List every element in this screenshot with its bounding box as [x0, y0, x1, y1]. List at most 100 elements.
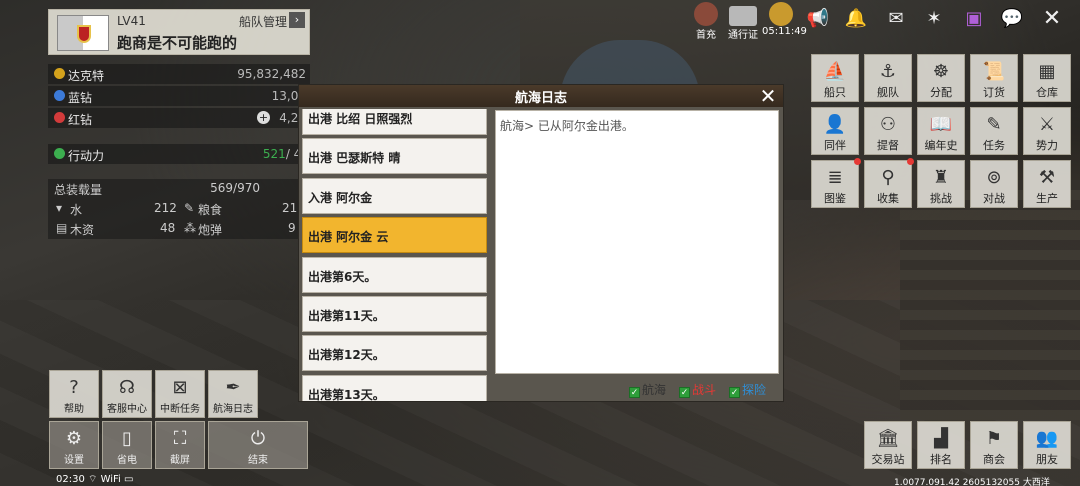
menu-button-quill[interactable]: ✒ 航海日志 [208, 370, 258, 418]
menu-button-chronicle[interactable]: 📖 编年史 [917, 107, 965, 155]
event-sparkle-icon[interactable]: ✶ [922, 8, 946, 30]
menu-button-quest[interactable]: ✎ 任务 [970, 107, 1018, 155]
power-icon: ⏻ [250, 428, 266, 449]
cargo-value: 21 [282, 201, 298, 215]
menu-button-label: 交易站 [871, 453, 905, 466]
shop-icon[interactable]: ▣ [962, 8, 986, 30]
chronicle-icon: 📖 [929, 114, 953, 135]
cargo-panel: 总装载量 569/970 ▾ 水 212 ✎ 粮食 21 ▤ 木资 48 ⁂ 炮… [48, 179, 310, 239]
announcement-icon[interactable]: 📢 [806, 8, 830, 30]
dialog-header: 航海日志 ✕ [299, 85, 783, 107]
chevron-right-icon[interactable]: › [289, 12, 305, 28]
log-entry[interactable]: 出港第11天。 [302, 296, 487, 332]
log-entry-list[interactable]: 出港 比绍 日照强烈 出港 巴瑟斯特 晴入港 阿尔金 出港 阿尔金 云出港第6天。出… [301, 109, 489, 401]
menu-button-guild[interactable]: ⚑ 商会 [970, 421, 1018, 469]
menu-button-fleet[interactable]: ⚓ 舰队 [864, 54, 912, 102]
add-icon[interactable]: + [257, 111, 270, 124]
order-icon: 📜 [982, 61, 1006, 82]
menu-button-gear[interactable]: ⚙ 设置 [49, 421, 99, 469]
menu-button-label: 编年史 [924, 139, 958, 152]
menu-button-label: 截屏 [170, 455, 190, 466]
close-icon[interactable]: ✕ [1040, 8, 1064, 30]
menu-button-wheel[interactable]: ☸ 分配 [917, 54, 965, 102]
character-avatar-icon [694, 2, 718, 26]
log-entry[interactable]: 入港 阿尔金 [302, 177, 487, 214]
dialog-title: 航海日志 [514, 91, 567, 106]
menu-button-collect[interactable]: ⚲ 收集 [864, 158, 914, 208]
checkbox-icon: ✓ [729, 387, 740, 398]
first-charge-button[interactable]: 首充 [692, 0, 720, 41]
exchange-icon: 🏛 [876, 428, 900, 449]
cargo-total: 569/970 [210, 181, 260, 195]
menu-button-friends[interactable]: 👥 朋友 [1023, 421, 1071, 469]
log-entry[interactable]: 出港 比绍 日照强烈 [302, 109, 487, 135]
log-entry[interactable]: 出港 巴瑟斯特 晴 [302, 138, 487, 175]
menu-button-label: 船只 [824, 86, 846, 99]
battle-pass-button[interactable]: 通行证 [726, 0, 760, 41]
menu-button-ship[interactable]: ⛵ 船只 [811, 54, 859, 102]
wheel-icon: ☸ [932, 61, 950, 82]
filter-checkbox[interactable]: ✓ 探险 [729, 381, 766, 398]
menu-button-book[interactable]: ≣ 图鉴 [811, 158, 861, 208]
screenshot-icon: ⛶ [173, 428, 187, 449]
fleet-icon: ⚓ [879, 61, 897, 82]
checkbox-icon: ✓ [629, 387, 640, 398]
log-entry[interactable]: 出港第6天。 [302, 256, 487, 293]
menu-button-screenshot[interactable]: ⛶ 截屏 [155, 421, 205, 469]
log-entry[interactable]: 出港 阿尔金 云 [302, 217, 487, 254]
menu-button-label: 仓库 [1036, 86, 1058, 99]
filter-checkbox[interactable]: ✓ 航海 [629, 381, 666, 398]
menu-button-companion[interactable]: 👤 同伴 [811, 107, 859, 155]
resource-row: 蓝钻 13,04 [48, 86, 310, 106]
log-entry[interactable]: 出港第12天。 [302, 335, 487, 372]
admiral-icon: ⚇ [879, 114, 897, 135]
menu-button-label: 收集 [877, 192, 899, 205]
faction-icon: ⚔ [1038, 114, 1056, 135]
menu-button-label: 任务 [983, 139, 1005, 152]
menu-button-ranking[interactable]: ▟ 排名 [917, 421, 965, 469]
cargo-label: 炮弹 [198, 223, 223, 237]
bell-icon[interactable]: 🔔 [844, 8, 868, 30]
companion-icon: 👤 [823, 114, 847, 135]
resource-row: 达克特 95,832,482 [48, 64, 310, 84]
currency-icon [54, 148, 65, 159]
menu-button-headset[interactable]: ☊ 客服中心 [102, 370, 152, 418]
craft-icon: ⚒ [1038, 167, 1056, 188]
version-info: 1.0077.091.42 2605132055 大西洋 [894, 478, 1050, 486]
menu-button-power[interactable]: ⏻ 结束 [208, 421, 308, 469]
book-icon: ≣ [827, 167, 843, 188]
menu-button-warehouse[interactable]: ▦ 仓库 [1023, 54, 1071, 102]
collect-icon: ⚲ [881, 167, 895, 188]
menu-button-challenge[interactable]: ♜ 挑战 [917, 160, 965, 208]
menu-button-faction[interactable]: ⚔ 势力 [1023, 107, 1071, 155]
menu-button-label: 中断任务 [160, 404, 200, 415]
ranking-icon: ▟ [934, 428, 948, 449]
event-timer-button[interactable]: 05:11:49 [762, 0, 807, 37]
close-icon[interactable]: ✕ [757, 85, 779, 107]
menu-button-help[interactable]: ? 帮助 [49, 370, 99, 418]
menu-button-admiral[interactable]: ⚇ 提督 [864, 107, 912, 155]
cargo-label: 木资 [70, 223, 95, 237]
ticket-icon [729, 6, 757, 26]
challenge-icon: ♜ [932, 167, 950, 188]
menu-button-abort-quest[interactable]: ⊠ 中断任务 [155, 370, 205, 418]
fleet-management-button[interactable]: 船队管理 [239, 13, 287, 30]
chat-icon[interactable]: 💬 [1000, 8, 1024, 30]
filter-checkbox[interactable]: ✓ 战斗 [679, 381, 716, 398]
battle-pass-label: 通行证 [728, 30, 758, 41]
resource-label: 蓝钻 [68, 91, 93, 105]
mail-icon[interactable]: ✉ [884, 8, 908, 30]
log-entry[interactable]: 出港第13天。 [302, 374, 487, 401]
wood-icon: ▤ [56, 221, 68, 235]
player-profile[interactable]: LV41 跑商是不可能跑的 船队管理 › [48, 9, 310, 55]
menu-button-battery[interactable]: ▯ 省电 [102, 421, 152, 469]
menu-button-order[interactable]: 📜 订货 [970, 54, 1018, 102]
menu-button-craft[interactable]: ⚒ 生产 [1023, 160, 1071, 208]
checkbox-icon: ✓ [679, 387, 690, 398]
guild-icon: ⚑ [985, 428, 1003, 449]
resource-row: 行动力 521/ 4( [48, 144, 310, 164]
menu-button-label: 客服中心 [107, 404, 147, 415]
action-points-current: 521 [262, 147, 286, 161]
menu-button-arena[interactable]: ⊚ 对战 [970, 160, 1018, 208]
menu-button-exchange[interactable]: 🏛 交易站 [864, 421, 912, 469]
